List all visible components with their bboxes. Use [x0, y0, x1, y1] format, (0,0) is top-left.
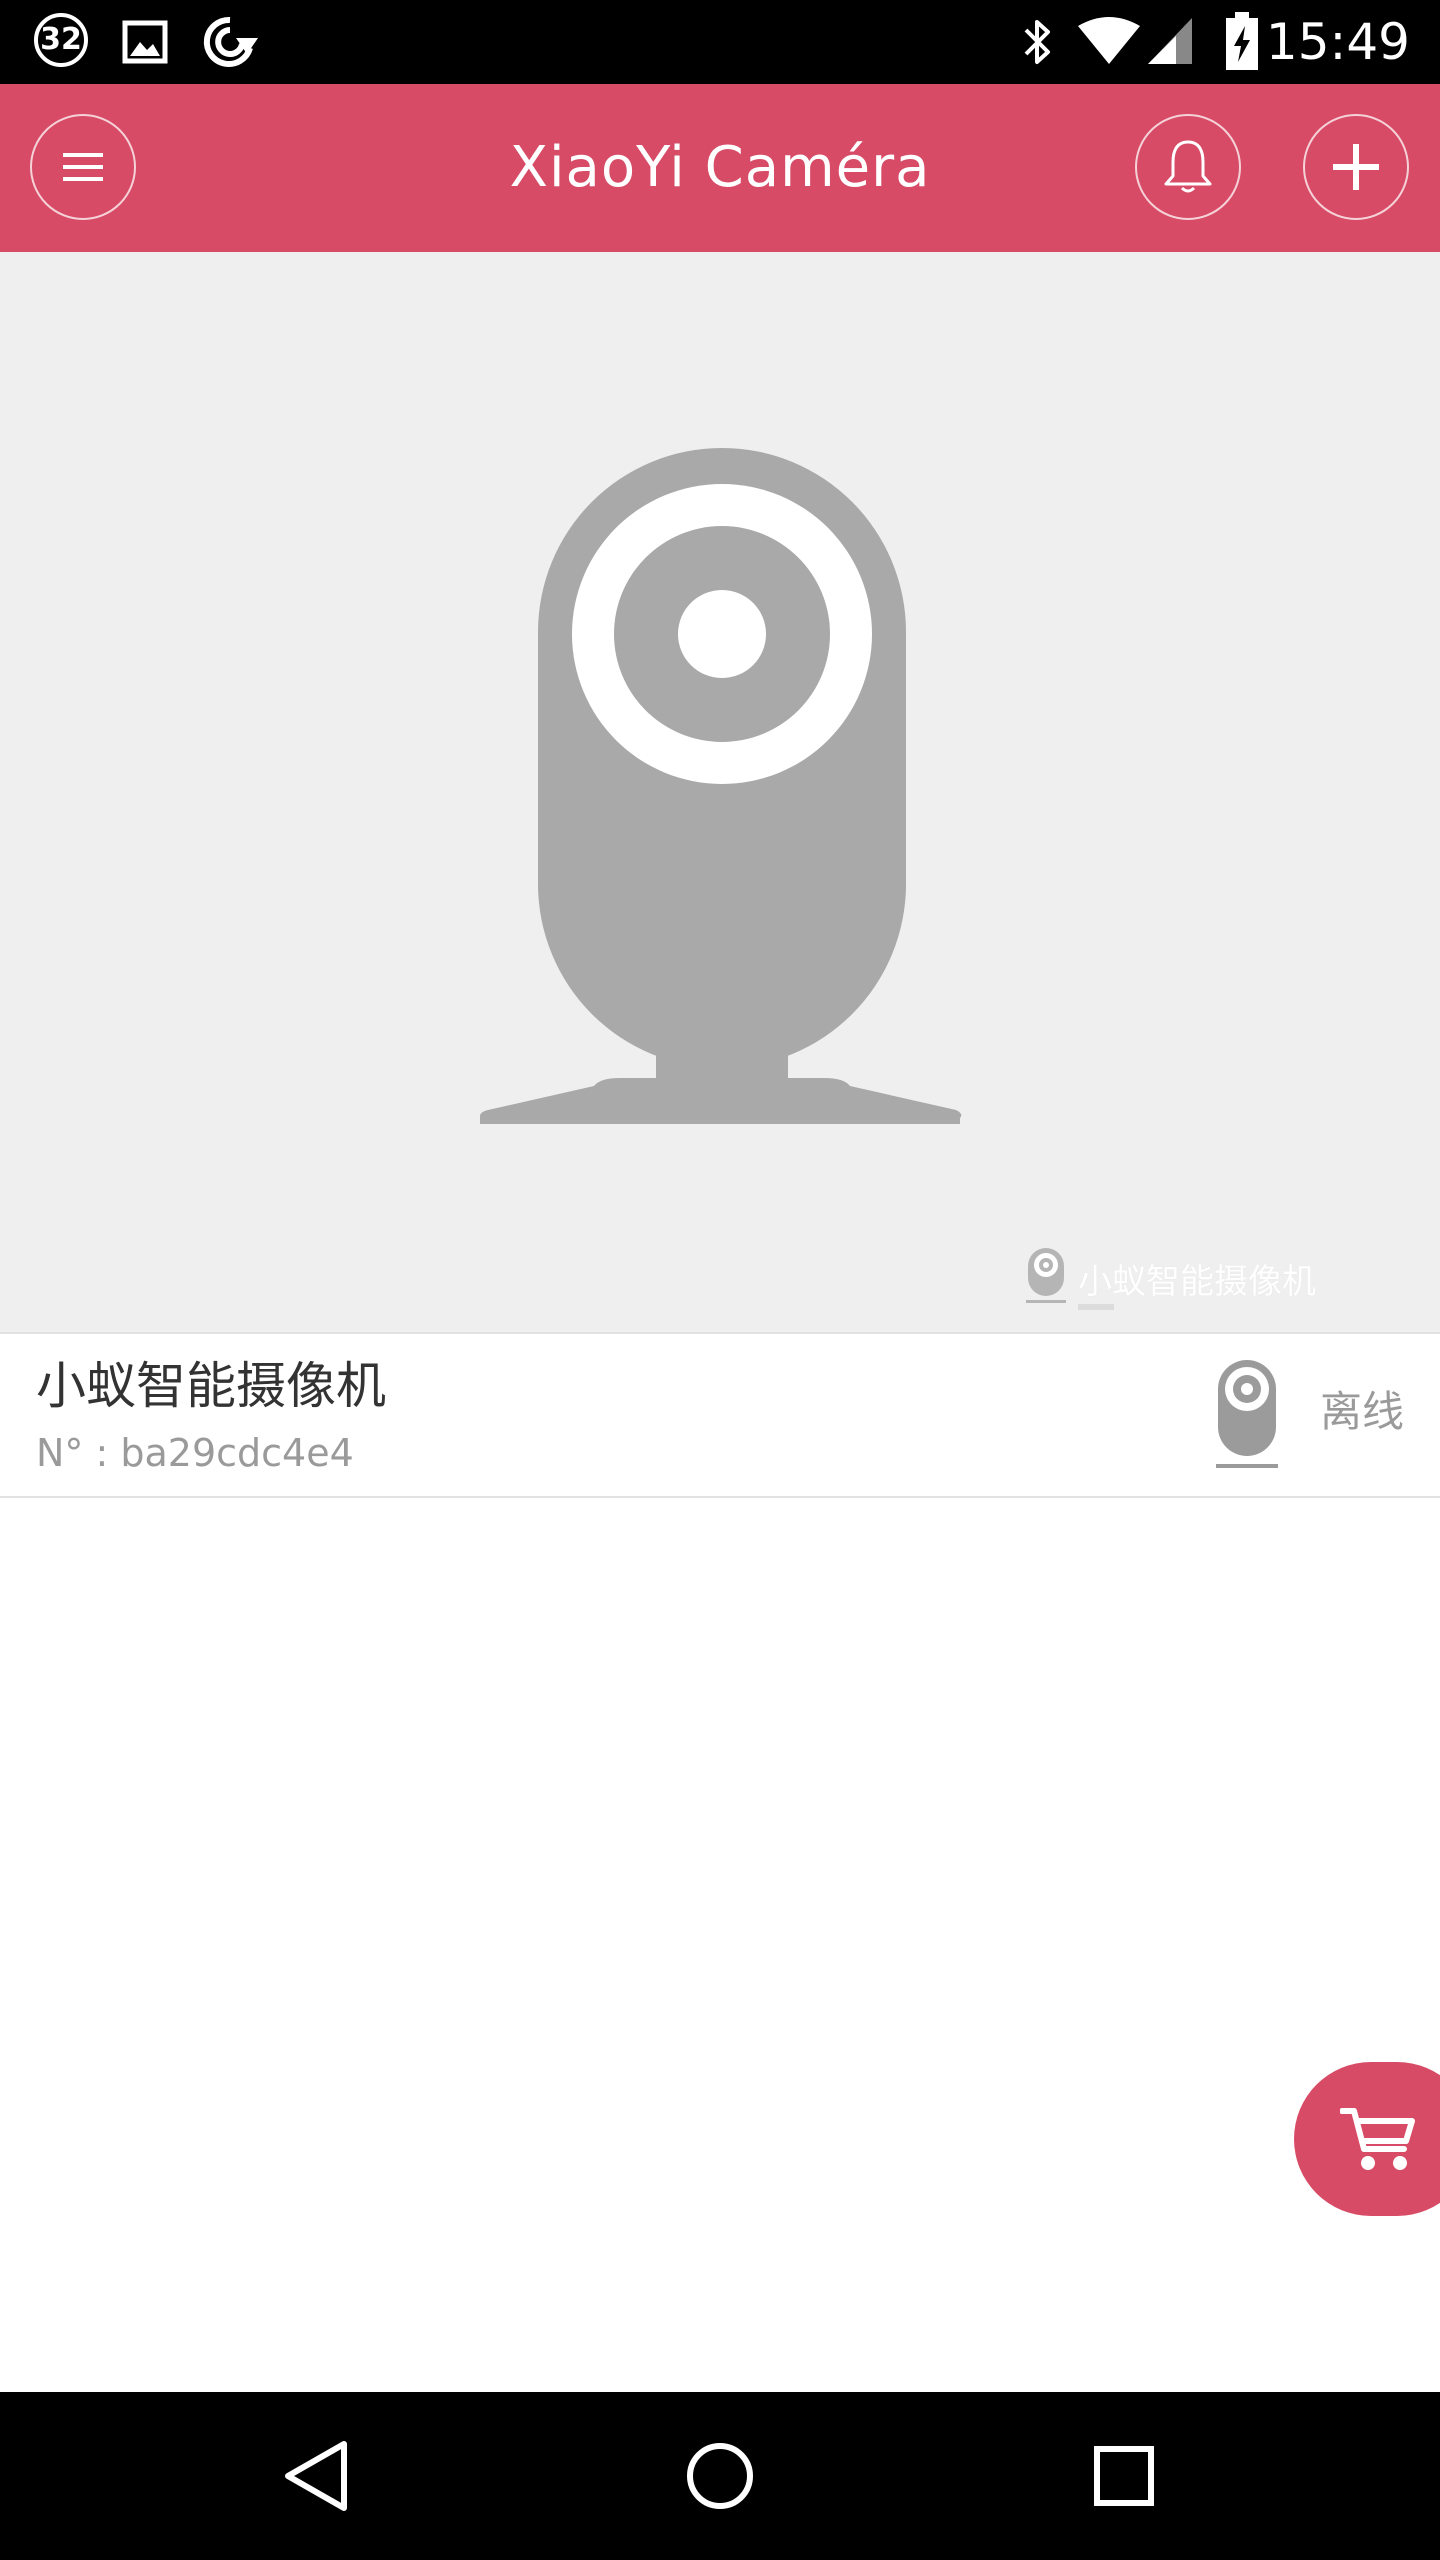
device-serial: N° : ba29cdc4e4 [36, 1431, 354, 1475]
status-bar: 32 15:49 [0, 0, 1440, 84]
camera-illustration-icon [470, 448, 970, 1192]
camera-small-icon [1026, 1248, 1066, 1308]
notification-count-icon: 32 [34, 13, 88, 67]
app-bar: XiaoYi Caméra [0, 84, 1440, 252]
battery-charging-icon [1224, 12, 1260, 76]
signal-icon [1146, 16, 1194, 70]
preview-caption-text: 小蚁智能摄像机 [1078, 1261, 1316, 1302]
sync-icon [200, 14, 262, 74]
back-button[interactable] [266, 2426, 366, 2526]
add-camera-button[interactable] [1303, 114, 1409, 220]
recents-button[interactable] [1074, 2426, 1174, 2526]
preview-caption: 小蚁智能摄像机 [1026, 1248, 1316, 1308]
camera-preview[interactable]: 小蚁智能摄像机 [0, 252, 1440, 1332]
device-name: 小蚁智能摄像机 [36, 1357, 386, 1415]
wifi-icon [1076, 16, 1142, 70]
status-time: 15:49 [1265, 13, 1410, 71]
cart-button[interactable] [1294, 2062, 1440, 2216]
camera-thumbnail-icon [1214, 1360, 1280, 1474]
device-list-item[interactable]: 小蚁智能摄像机 N° : ba29cdc4e4 离线 [0, 1332, 1440, 1498]
device-status: 离线 [1319, 1387, 1404, 1436]
navigation-bar [0, 2392, 1440, 2560]
image-icon [122, 20, 168, 68]
home-button[interactable] [670, 2426, 770, 2526]
app-title: XiaoYi Caméra [509, 135, 931, 200]
page-indicator [1078, 1304, 1114, 1310]
bluetooth-icon [1018, 14, 1058, 74]
menu-button[interactable] [30, 114, 136, 220]
notifications-button[interactable] [1135, 114, 1241, 220]
